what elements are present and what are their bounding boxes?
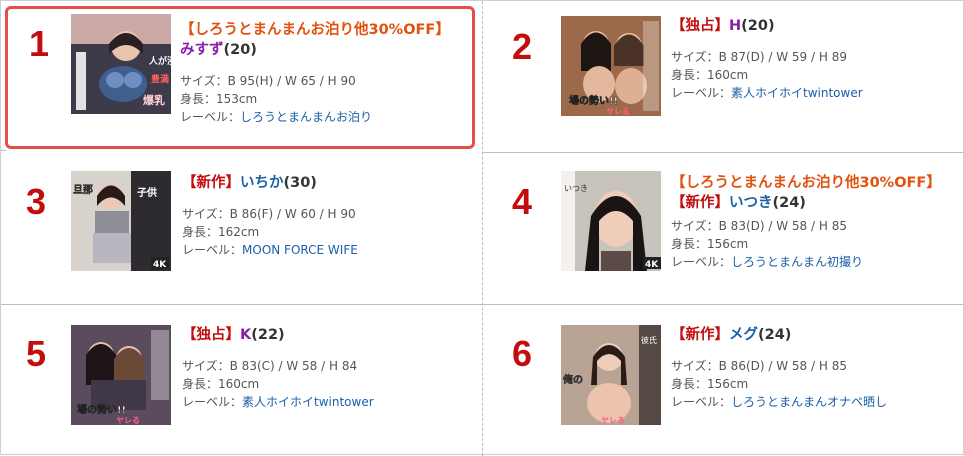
thumbnail-image[interactable]: 子供 旦那 4K [71, 171, 171, 271]
actress-age: (24) [758, 327, 792, 343]
rank-number: 2 [511, 26, 533, 67]
size-text: サイズ：B 87(D) / W 59 / H 89 [671, 50, 847, 64]
thumb-caption: 彼氏 [641, 335, 657, 345]
rank-number: 1 [28, 23, 50, 64]
height-text: 身長：162cm [182, 225, 260, 239]
thumb-caption: 4K [645, 260, 659, 270]
rank-number: 4 [511, 181, 533, 222]
new-tag: 【新作】 [671, 195, 729, 211]
label-prefix: レーベル： [180, 110, 241, 124]
height-text: 身長：156cm [671, 237, 749, 251]
size-text: サイズ：B 86(F) / W 60 / H 90 [182, 207, 356, 221]
thumb-caption: いつき [564, 184, 588, 193]
thumb-caption: 爆乳 [143, 93, 165, 107]
thumb-caption: ヤレる [116, 416, 140, 425]
ranking-card-6[interactable]: 6 彼氏 俺の ヤレる 【新作】メグ(24) サイズ：B 86(D) / W 5… [491, 313, 961, 453]
label-link[interactable]: しろうとまんまんオナペ晒し [731, 395, 887, 409]
size-text: サイズ：B 83(D) / W 58 / H 85 [671, 219, 847, 233]
exclusive-tag: 【独占】 [671, 18, 729, 34]
label-link[interactable]: しろうとまんまん初撮り [731, 255, 863, 269]
size-text: サイズ：B 95(H) / W 65 / H 90 [180, 74, 356, 88]
thumb-caption: ヤレる [606, 107, 630, 116]
actress-name[interactable]: いつき [729, 195, 773, 211]
rank-number: 5 [25, 333, 47, 374]
actress-name[interactable]: みすず [180, 42, 224, 58]
thumbnail-image[interactable]: いつき 4K [561, 171, 661, 271]
thumb-caption: 豊満 [151, 73, 169, 85]
height-text: 身長：160cm [182, 377, 260, 391]
actress-age: (24) [772, 195, 806, 211]
label-link[interactable]: MOON FORCE WIFE [242, 243, 358, 257]
label-prefix: レーベル： [182, 243, 243, 257]
thumbnail-image[interactable]: 場の勢い!! ヤレる [561, 16, 661, 116]
new-tag: 【新作】 [671, 327, 729, 343]
actress-age: (22) [251, 327, 285, 343]
thumb-caption: 子供 [137, 186, 157, 199]
actress-age: (20) [223, 42, 257, 58]
thumb-caption: 旦那 [73, 184, 93, 196]
promo-label[interactable]: 【しろうとまんまんお泊り他30%OFF】 [180, 22, 450, 38]
rank-number: 6 [511, 333, 533, 374]
actress-age: (30) [283, 175, 317, 191]
label-link[interactable]: しろうとまんまんお泊り [240, 110, 372, 124]
thumb-caption: 場の勢い!! [569, 94, 618, 107]
size-text: サイズ：B 86(D) / W 58 / H 85 [671, 359, 847, 373]
ranking-card-1[interactable]: 1 人が浸 豊満 爆乳 【しろうとまんまんお泊り他30%OFF】 みすず(2 [5, 6, 475, 149]
thumbnail-image[interactable]: 場の勢い!! ヤレる [71, 325, 171, 425]
row-divider [483, 152, 964, 153]
actress-name[interactable]: H [729, 18, 741, 34]
actress-name[interactable]: いちか [240, 175, 284, 191]
thumb-caption: 4K [153, 260, 167, 270]
size-text: サイズ：B 83(C) / W 58 / H 84 [182, 359, 358, 373]
ranking-card-3[interactable]: 3 子供 旦那 4K 【新作】いちか(30) サイズ：B 86(F) / W 6… [5, 161, 475, 301]
thumbnail-image[interactable]: 彼氏 俺の ヤレる [561, 325, 661, 425]
thumbnail-image[interactable]: 人が浸 豊満 爆乳 [71, 14, 171, 114]
new-tag: 【新作】 [182, 175, 240, 191]
row-divider-stub [1, 150, 6, 151]
actress-name[interactable]: K [240, 327, 251, 343]
actress-age: (20) [741, 18, 775, 34]
height-text: 身長：156cm [671, 377, 749, 391]
row-divider [1, 304, 964, 305]
ranking-card-4[interactable]: 4 いつき 4K 【しろうとまんまんお泊り他30%OFF】 【新作】いつき(24… [491, 161, 961, 301]
rank-number: 3 [25, 181, 47, 222]
thumb-caption: 俺の [562, 373, 583, 386]
ranking-grid: 1 人が浸 豊満 爆乳 【しろうとまんまんお泊り他30%OFF】 みすず(2 [0, 0, 964, 456]
ranking-card-5[interactable]: 5 場の勢い!! ヤレる 【独占】K(22) サイズ：B 83(C) / W 5… [5, 313, 475, 453]
column-divider [482, 1, 483, 456]
label-link[interactable]: 素人ホイホイtwintower [731, 86, 863, 100]
actress-name[interactable]: メグ [729, 327, 758, 343]
thumb-caption: 人が浸 [148, 55, 171, 67]
height-text: 身長：153cm [180, 92, 258, 106]
height-text: 身長：160cm [671, 68, 749, 82]
thumb-caption: ヤレる [601, 416, 625, 425]
label-prefix: レーベル： [671, 86, 732, 100]
label-prefix: レーベル： [671, 395, 732, 409]
label-link[interactable]: 素人ホイホイtwintower [242, 395, 374, 409]
exclusive-tag: 【独占】 [182, 327, 240, 343]
label-prefix: レーベル： [182, 395, 243, 409]
label-prefix: レーベル： [671, 255, 732, 269]
ranking-card-2[interactable]: 2 場の勢い!! ヤレる 【独占】H(20) サイズ：B 87(D) / W 5… [491, 6, 961, 146]
thumb-caption: 場の勢い!! [77, 403, 126, 416]
promo-label[interactable]: 【しろうとまんまんお泊り他30%OFF】 [671, 175, 941, 191]
